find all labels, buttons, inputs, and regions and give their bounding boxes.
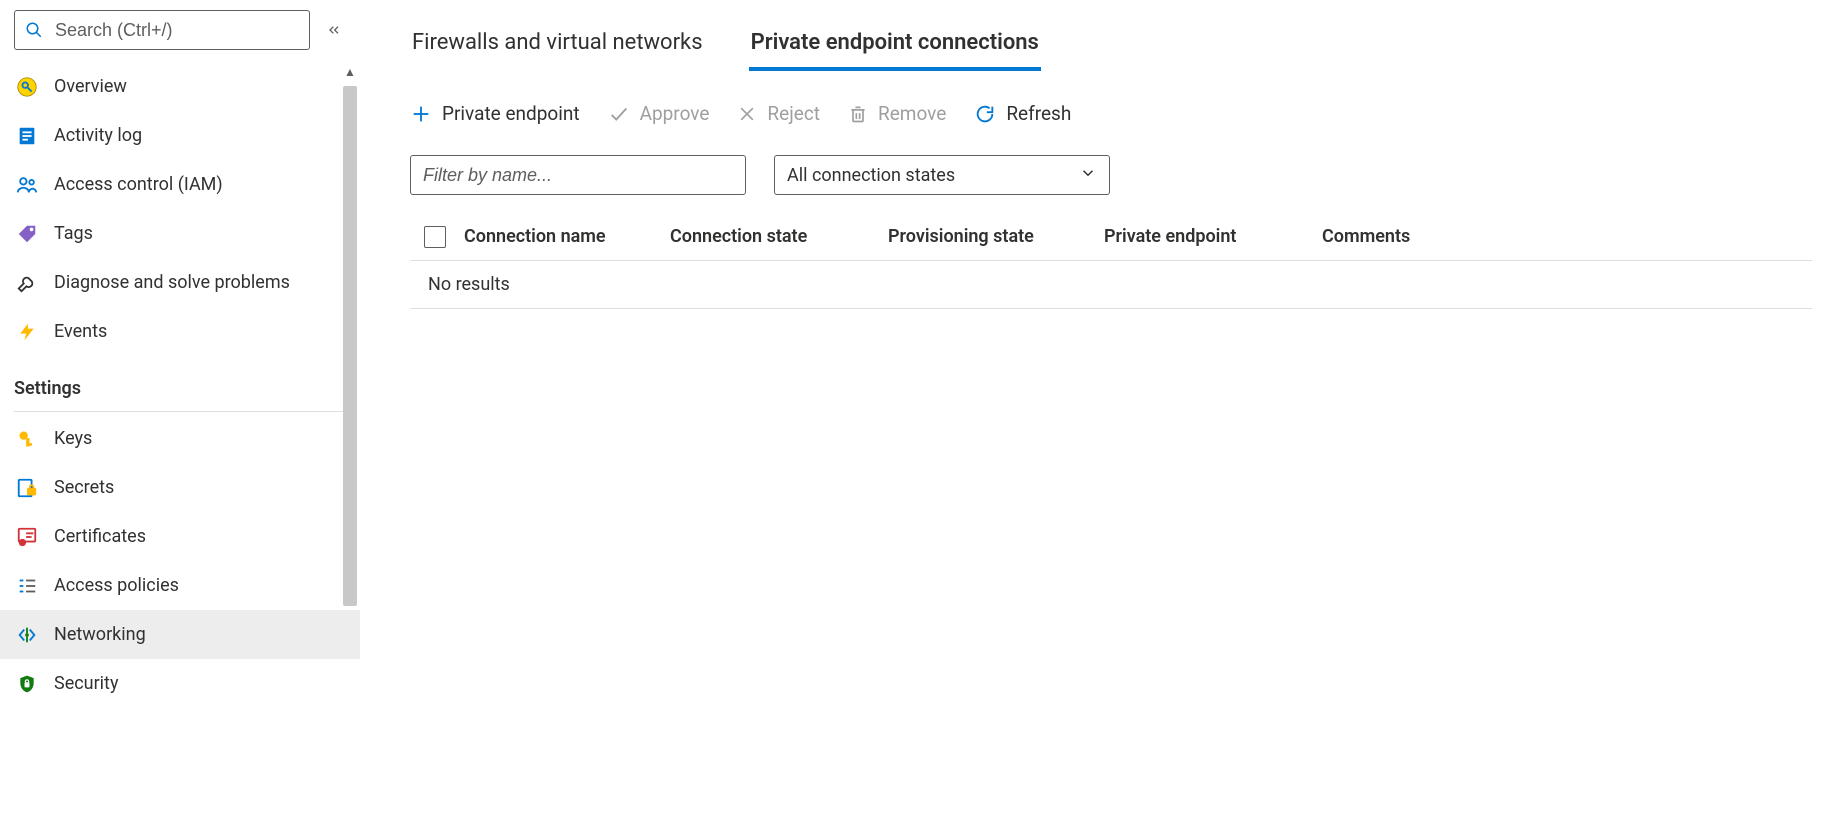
sidebar-item-label: Diagnose and solve problems [54,272,290,293]
col-comments[interactable]: Comments [1322,226,1802,247]
col-private-endpoint[interactable]: Private endpoint [1104,226,1322,247]
tab-firewalls[interactable]: Firewalls and virtual networks [410,24,705,71]
button-label: Approve [640,102,710,125]
sidebar-item-certificates[interactable]: Certificates [0,512,360,561]
scroll-up-icon[interactable]: ▲ [340,62,360,82]
button-label: Private endpoint [442,102,580,125]
sidebar-section-settings: Settings [0,356,360,405]
filter-row: All connection states [410,155,1812,195]
sidebar-item-label: Keys [54,428,92,449]
cert-icon [14,526,40,548]
chevron-down-icon [1079,164,1097,187]
toolbar: Private endpoint Approve Reject Remove R… [410,102,1812,125]
col-connection-state[interactable]: Connection state [670,226,888,247]
main-panel: Firewalls and virtual networks Private e… [360,0,1842,818]
filter-name-input[interactable] [410,155,746,195]
col-connection-name[interactable]: Connection name [464,226,670,247]
wrench-icon [14,272,40,294]
sidebar-item-label: Certificates [54,526,146,547]
sidebar-item-label: Activity log [54,125,142,146]
add-private-endpoint-button[interactable]: Private endpoint [410,102,580,125]
button-label: Remove [878,102,946,125]
app-root: Overview Activity log Access control (IA… [0,0,1842,818]
tab-bar: Firewalls and virtual networks Private e… [410,24,1812,72]
sidebar-item-diagnose[interactable]: Diagnose and solve problems [0,258,360,307]
sidebar-item-label: Events [54,321,107,342]
sidebar-search-box[interactable] [14,10,310,50]
empty-text: No results [428,274,510,295]
button-label: Reject [767,102,820,125]
key-icon [14,428,40,450]
key-circle-icon [14,76,40,98]
connection-state-dropdown[interactable]: All connection states [774,155,1110,195]
shield-icon [14,673,40,695]
sidebar-item-label: Security [54,673,118,694]
sidebar-item-label: Secrets [54,477,114,498]
sidebar-item-events[interactable]: Events [0,307,360,356]
sidebar-nav-list: Overview Activity log Access control (IA… [0,62,360,818]
tab-private-endpoint-connections[interactable]: Private endpoint connections [749,24,1041,71]
secret-icon [14,477,40,499]
people-icon [14,174,40,196]
sidebar-item-label: Tags [54,223,93,244]
sidebar-item-secrets[interactable]: Secrets [0,463,360,512]
remove-button: Remove [848,102,946,125]
sidebar-item-tags[interactable]: Tags [0,209,360,258]
tag-icon [14,223,40,245]
sidebar-item-access-control[interactable]: Access control (IAM) [0,160,360,209]
sidebar-item-networking[interactable]: Networking [0,610,360,659]
sidebar-item-keys[interactable]: Keys [0,414,360,463]
log-icon [14,125,40,147]
search-input[interactable] [53,19,299,42]
net-icon [14,624,40,646]
col-provisioning-state[interactable]: Provisioning state [888,226,1104,247]
sidebar-scrollbar[interactable]: ▲ [340,62,360,818]
approve-button: Approve [608,102,710,125]
search-icon [25,21,45,39]
collapse-sidebar-button[interactable] [322,18,346,42]
table-empty-row: No results [410,261,1812,309]
sidebar-item-label: Overview [54,76,127,97]
button-label: Refresh [1006,102,1071,125]
sidebar-item-access-policies[interactable]: Access policies [0,561,360,610]
connections-table: Connection name Connection state Provisi… [410,213,1812,309]
table-header-row: Connection name Connection state Provisi… [410,213,1812,261]
bolt-icon [14,321,40,343]
reject-button: Reject [737,102,820,125]
sidebar-item-label: Access policies [54,575,179,596]
refresh-button[interactable]: Refresh [974,102,1071,125]
policy-icon [14,575,40,597]
scroll-thumb[interactable] [343,86,357,606]
sidebar-item-label: Access control (IAM) [54,174,223,195]
divider [14,411,346,412]
sidebar-item-activity-log[interactable]: Activity log [0,111,360,160]
sidebar-item-security[interactable]: Security [0,659,360,708]
sidebar-search-row [0,10,360,62]
sidebar-item-label: Networking [54,624,146,645]
select-all-checkbox[interactable] [424,226,446,248]
sidebar-item-overview[interactable]: Overview [0,62,360,111]
dropdown-value: All connection states [787,165,955,186]
sidebar: Overview Activity log Access control (IA… [0,0,360,818]
